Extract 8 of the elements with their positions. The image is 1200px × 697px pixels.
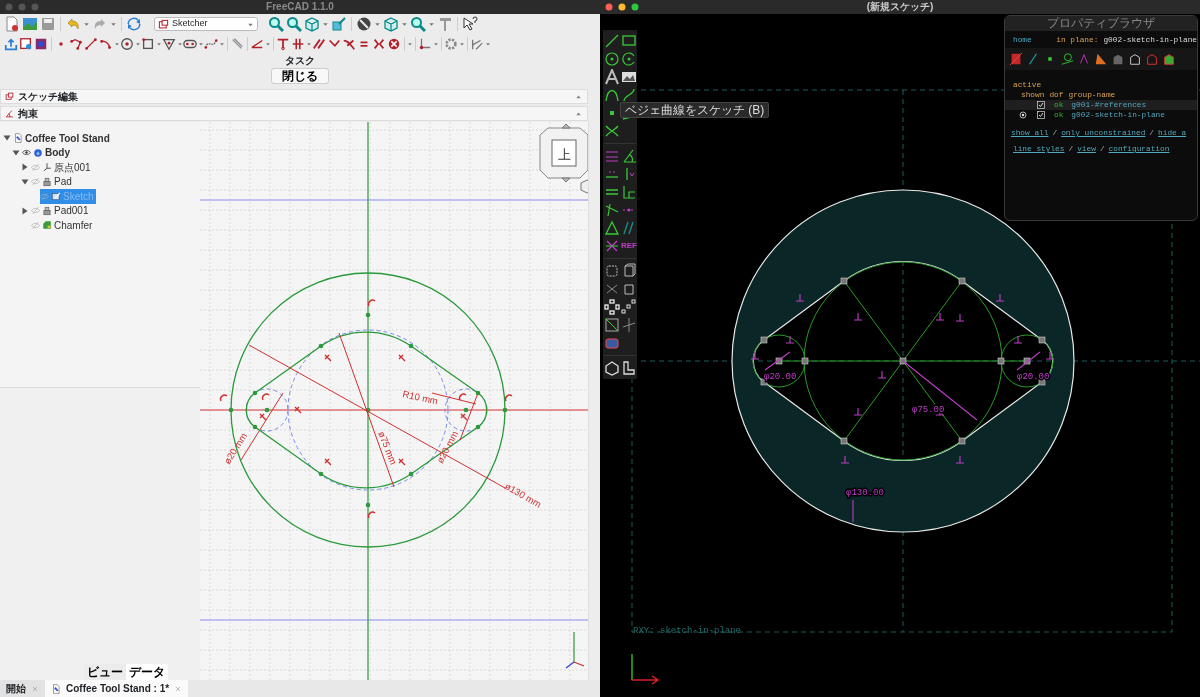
section-title: スケッチ編集: [18, 90, 78, 104]
window-title: (新規スケッチ): [865, 0, 935, 14]
window-title: FreeCAD 1.1.0: [265, 0, 335, 14]
section-title: 拘束: [18, 107, 38, 121]
plane-label: RXY: sketch-in-plane: [633, 626, 742, 636]
tooltip: ベジェ曲線をスケッチ (B): [620, 102, 770, 118]
panel-title: プロパティブラウザ: [1005, 16, 1197, 31]
panel-title: タスク: [284, 54, 316, 68]
